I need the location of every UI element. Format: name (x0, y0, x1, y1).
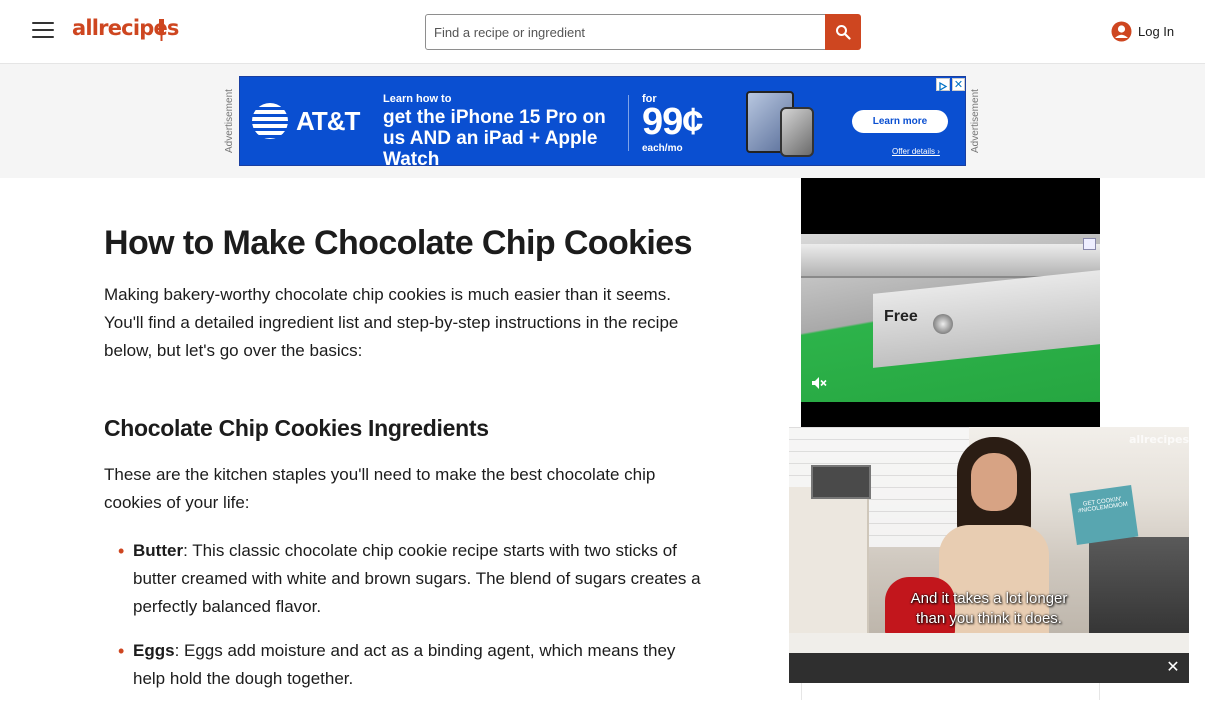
att-globe-icon (252, 103, 288, 139)
ad-price-unit: each/mo (642, 143, 683, 154)
adchoices-icon[interactable] (1083, 238, 1096, 250)
ad-price: 99¢ (642, 101, 703, 143)
login-button[interactable]: Log In (1111, 21, 1174, 42)
ingredient-name: Butter (133, 541, 184, 560)
att-logo: AT&T (252, 103, 360, 139)
ad-overlay-text: Free (884, 308, 918, 325)
ad-headline: get the iPhone 15 Pro on us AND an iPad … (383, 107, 606, 166)
search-button[interactable] (825, 14, 861, 50)
search-bar (425, 14, 861, 50)
list-item: Butter: This classic chocolate chip cook… (104, 537, 704, 621)
ad-divider (628, 95, 629, 151)
att-brand-text: AT&T (296, 105, 360, 136)
advertisement-label-left: Advertisement (224, 89, 235, 153)
article-intro: Making bakery-worthy chocolate chip cook… (104, 285, 679, 360)
list-item: Eggs: Eggs add moisture and act as a bin… (104, 637, 704, 693)
search-input[interactable] (425, 14, 826, 50)
video-watermark: allrecipes (1129, 433, 1189, 446)
ad-lock-knob (933, 314, 953, 334)
muted-speaker-icon[interactable] (811, 376, 827, 390)
ingredient-description: : This classic chocolate chip cookie rec… (133, 541, 701, 616)
article-header: How to Make Chocolate Chip Cookies (104, 222, 704, 264)
video-frame[interactable]: GET COOKIN' #NICOLEMOMOM allrecipes And … (789, 427, 1189, 653)
staples-paragraph: These are the kitchen staples you'll nee… (104, 465, 656, 512)
ad-pre-headline: Learn how to (383, 93, 452, 105)
ad-close-icon[interactable]: ✕ (952, 78, 965, 91)
hamburger-menu-icon[interactable] (32, 22, 54, 42)
login-label: Log In (1138, 24, 1175, 39)
ingredients-heading: Chocolate Chip Cookies Ingredients (104, 415, 489, 441)
page-title: How to Make Chocolate Chip Cookies (104, 224, 693, 262)
video-player-bar: ✕ (789, 653, 1189, 683)
ad-offer-details-link[interactable]: Offer details › (892, 147, 940, 156)
video-sign: GET COOKIN' #NICOLEMOMOM (1069, 484, 1139, 546)
ad-drawer-rail (801, 244, 1100, 278)
logo-spoon-icon (159, 19, 164, 41)
sidebar-ad-video-frame[interactable]: Free (801, 234, 1100, 402)
caption-line-2: than you think it does. (916, 610, 1062, 627)
banner-ad[interactable]: AT&T Learn how to get the iPhone 15 Pro … (239, 76, 966, 166)
floating-video-player[interactable]: GET COOKIN' #NICOLEMOMOM allrecipes And … (789, 427, 1189, 683)
search-icon (836, 25, 851, 40)
caption-line-1: And it takes a lot longer (910, 590, 1068, 607)
ingredient-list: Butter: This classic chocolate chip cook… (104, 537, 704, 709)
close-video-icon[interactable]: ✕ (1165, 660, 1181, 676)
adchoices-icon[interactable] (936, 78, 950, 92)
advertisement-label-right: Advertisement (970, 89, 981, 153)
host-face (971, 453, 1017, 511)
kitchen-counter (789, 633, 1189, 653)
video-caption: And it takes a lot longer than you think… (789, 589, 1189, 629)
ad-learn-more-button[interactable]: Learn more (852, 110, 948, 133)
microwave (811, 465, 871, 499)
ingredient-name: Eggs (133, 641, 175, 660)
iphone-image (780, 107, 814, 157)
site-header: allrecipes Log In (0, 0, 1205, 64)
account-icon (1111, 21, 1132, 42)
ingredient-description: : Eggs add moisture and act as a binding… (133, 641, 676, 688)
